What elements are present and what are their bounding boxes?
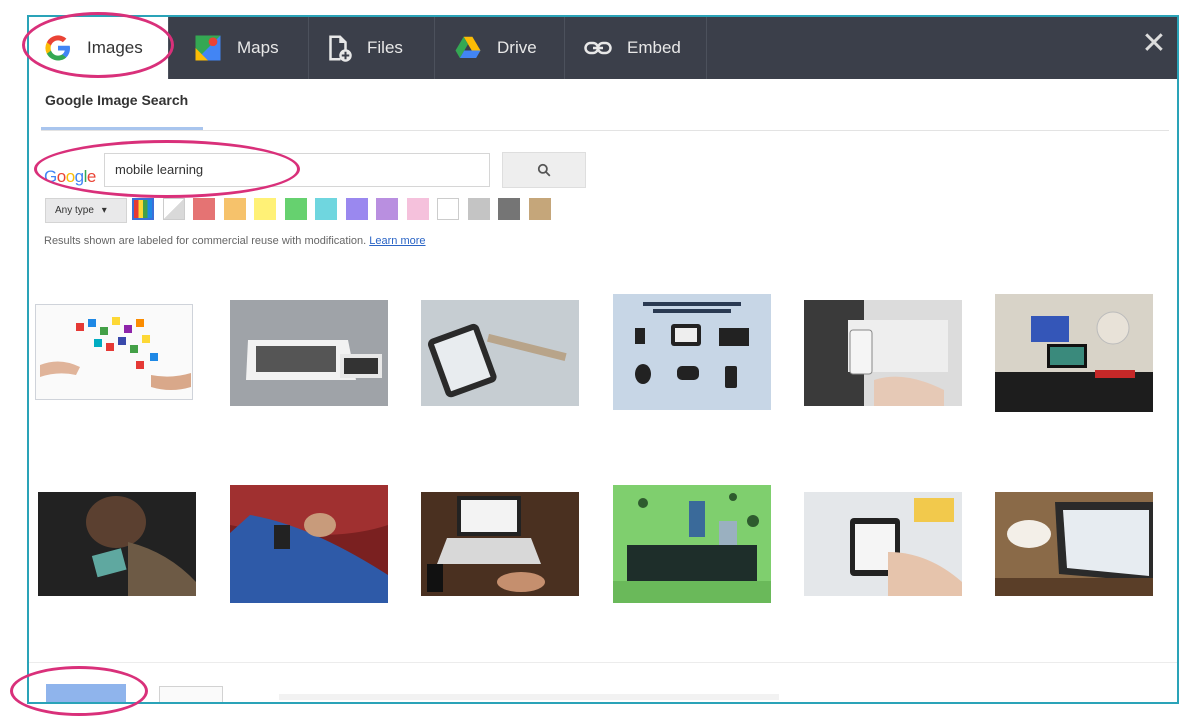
result-image[interactable]	[804, 492, 962, 596]
license-notice: Results shown are labeled for commercial…	[44, 235, 426, 247]
result-image[interactable]	[35, 304, 193, 400]
annotation-circle	[34, 140, 300, 198]
chevron-down-icon: ▾	[101, 205, 107, 216]
color-swatch[interactable]	[437, 198, 459, 220]
color-swatch[interactable]	[284, 198, 307, 220]
annotation-circle	[10, 666, 148, 716]
color-swatch[interactable]	[162, 198, 185, 220]
subtab-google-image-search[interactable]: Google Image Search	[45, 92, 188, 108]
result-image[interactable]	[38, 492, 196, 596]
color-swatch[interactable]	[223, 198, 246, 220]
type-dropdown-label: Any type	[55, 205, 94, 216]
result-image[interactable]	[421, 492, 579, 596]
color-swatch[interactable]	[528, 198, 551, 220]
color-swatch[interactable]	[132, 198, 154, 220]
person-on-phone-lying-image	[230, 485, 388, 603]
people-on-green-sofa-image	[613, 485, 771, 603]
cancel-button[interactable]	[159, 686, 223, 702]
result-image[interactable]	[421, 300, 579, 406]
divider	[41, 130, 1169, 131]
tab-embed[interactable]: Embed	[565, 17, 707, 79]
license-notice-text: Results shown are labeled for commercial…	[44, 235, 367, 247]
color-swatch[interactable]	[254, 198, 276, 220]
file-upload-icon	[329, 35, 352, 62]
color-swatch[interactable]	[315, 198, 337, 220]
tab-drive-label: Drive	[497, 38, 537, 57]
learn-more-link[interactable]: Learn more	[369, 235, 425, 247]
tablet-in-hands-image	[804, 300, 962, 406]
search-button[interactable]	[502, 152, 586, 188]
tab-drive[interactable]: Drive	[435, 17, 565, 79]
colorful-app-icons-image	[36, 305, 192, 399]
tab-maps[interactable]: Maps	[169, 17, 309, 79]
laptop-and-phone-desk-image	[421, 492, 579, 596]
result-image[interactable]	[995, 492, 1153, 596]
tab-maps-label: Maps	[237, 38, 279, 57]
tablet-phone-devices-image	[230, 300, 388, 406]
tab-embed-label: Embed	[627, 38, 681, 57]
mobile-devices-diagram-image	[613, 294, 771, 410]
maps-icon	[195, 35, 221, 61]
color-swatch[interactable]	[498, 198, 520, 220]
desk-with-monitor-image	[995, 294, 1153, 412]
footer-divider	[29, 662, 1177, 663]
laptop-coffee-image	[995, 492, 1153, 596]
result-image[interactable]	[230, 300, 388, 406]
footer-note	[279, 694, 779, 700]
google-drive-icon	[455, 36, 481, 58]
result-image[interactable]	[613, 485, 771, 603]
result-image[interactable]	[613, 294, 771, 410]
close-icon[interactable]: ✕	[1139, 29, 1169, 59]
color-swatch[interactable]	[193, 198, 215, 220]
tab-files-label: Files	[367, 38, 403, 57]
color-swatch[interactable]	[467, 198, 490, 220]
tab-bar: Images Maps Files Drive Embed ✕	[29, 17, 1177, 79]
insert-image-dialog: Images Maps Files Drive Embed ✕ Google I…	[27, 15, 1179, 704]
result-image[interactable]	[230, 485, 388, 603]
search-icon	[537, 163, 551, 177]
color-swatch[interactable]	[345, 198, 368, 220]
color-swatch[interactable]	[376, 198, 398, 220]
child-with-phone-image	[38, 492, 196, 596]
tab-files[interactable]: Files	[309, 17, 435, 79]
smartphone-text-blocks-image	[421, 300, 579, 406]
result-image[interactable]	[995, 294, 1153, 412]
color-swatch[interactable]	[406, 198, 429, 220]
type-dropdown[interactable]: Any type ▾	[45, 198, 127, 223]
hand-holding-tablet-image	[804, 492, 962, 596]
link-icon	[584, 41, 612, 55]
annotation-circle	[22, 12, 174, 78]
result-image[interactable]	[804, 300, 962, 406]
